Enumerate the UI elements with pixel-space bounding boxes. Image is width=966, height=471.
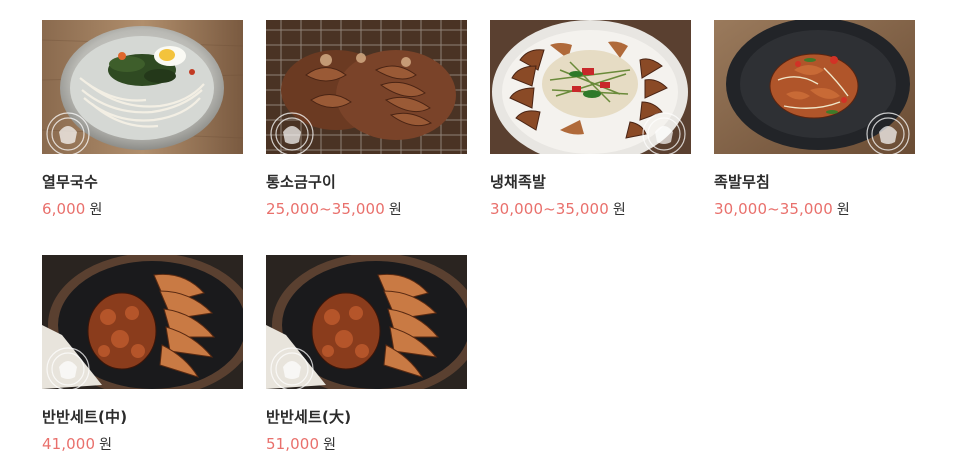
- menu-item-name[interactable]: 열무국수: [42, 171, 243, 191]
- menu-item-price-row: 6,000 원: [42, 199, 243, 219]
- menu-item-price-row: 30,000~35,000 원: [714, 199, 915, 219]
- menu-item-naengchae-jokbal[interactable]: 냉채족발 30,000~35,000 원: [490, 20, 691, 236]
- menu-item-image[interactable]: [42, 255, 243, 389]
- menu-item-price-row: 41,000 원: [42, 434, 243, 454]
- seasoned-jokbal-photo: [714, 20, 915, 154]
- menu-item-price-row: 30,000~35,000 원: [490, 199, 691, 219]
- menu-item-price: 25,000~35,000: [266, 200, 385, 218]
- half-half-set-photo: [42, 255, 243, 389]
- half-half-set-photo: [266, 255, 467, 389]
- menu-item-price-row: 25,000~35,000 원: [266, 199, 467, 219]
- menu-item-price-unit: 원: [323, 437, 336, 453]
- cold-jokbal-salad-photo: [490, 20, 691, 154]
- menu-item-price: 51,000: [266, 435, 320, 453]
- menu-item-price-unit: 원: [89, 202, 103, 218]
- menu-item-name[interactable]: 반반세트(大): [266, 406, 467, 426]
- menu-item-price: 6,000: [42, 200, 86, 218]
- menu-item-image[interactable]: [490, 20, 691, 154]
- menu-item-name[interactable]: 반반세트(中): [42, 406, 243, 426]
- menu-item-price-unit: 원: [388, 202, 402, 218]
- menu-item-price-unit: 원: [612, 202, 626, 218]
- menu-item-price-unit: 원: [836, 202, 850, 218]
- menu-item-price-unit: 원: [99, 437, 112, 453]
- menu-item-image[interactable]: [266, 255, 467, 389]
- menu-item-jokbal-muchim[interactable]: 족발무침 30,000~35,000 원: [714, 20, 915, 236]
- menu-item-price: 30,000~35,000: [714, 200, 833, 218]
- menu-item-banban-set-large[interactable]: 반반세트(大) 51,000 원: [266, 255, 467, 471]
- menu-item-name[interactable]: 족발무침: [714, 171, 915, 191]
- menu-item-price: 30,000~35,000: [490, 200, 609, 218]
- menu-item-price-row: 51,000 원: [266, 434, 467, 454]
- grilled-pork-hock-photo: [266, 20, 467, 154]
- menu-item-name[interactable]: 냉채족발: [490, 171, 691, 191]
- cold-noodle-bowl-photo: [42, 20, 243, 154]
- menu-item-image[interactable]: [266, 20, 467, 154]
- menu-grid: 열무국수 6,000 원 통소금구이 25,000~35,000 원 냉채족발 …: [42, 20, 942, 471]
- menu-item-image[interactable]: [42, 20, 243, 154]
- menu-item-price: 41,000: [42, 435, 96, 453]
- menu-item-yeolmu-guksu[interactable]: 열무국수 6,000 원: [42, 20, 243, 236]
- menu-item-banban-set-medium[interactable]: 반반세트(中) 41,000 원: [42, 255, 243, 471]
- menu-item-name[interactable]: 통소금구이: [266, 171, 467, 191]
- menu-item-image[interactable]: [714, 20, 915, 154]
- menu-item-tongsogeum-gui[interactable]: 통소금구이 25,000~35,000 원: [266, 20, 467, 236]
